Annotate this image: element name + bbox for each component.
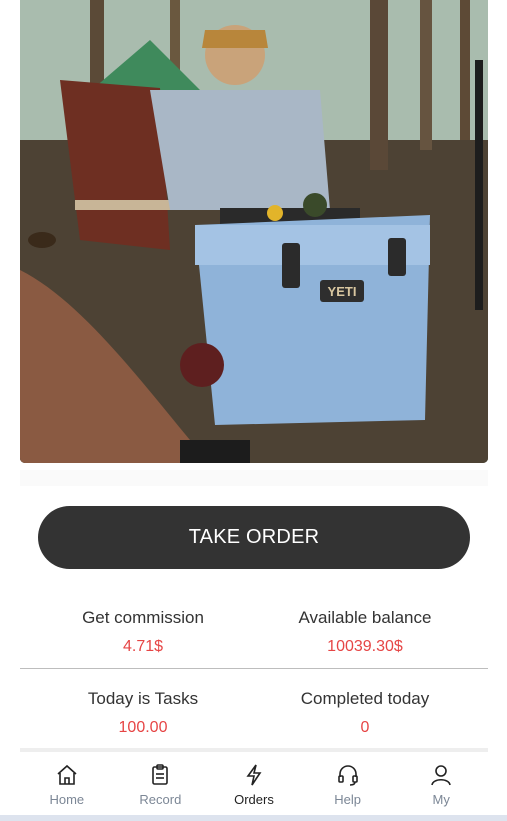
bottom-tab-bar: Home Record Orders Help My (20, 753, 488, 813)
tab-help[interactable]: Help (301, 753, 395, 813)
available-balance-value: 10039.30$ (327, 638, 403, 655)
available-balance-label: Available balance (298, 608, 432, 627)
tab-home[interactable]: Home (20, 753, 114, 813)
tab-record-label: Record (139, 792, 182, 807)
tab-help-label: Help (334, 792, 361, 807)
cooler-brand-text: YETI (328, 284, 357, 299)
user-icon (431, 765, 451, 786)
today-tasks-stat: Today is Tasks 100.00 (26, 689, 260, 737)
get-commission-stat: Get commission 4.71$ (26, 608, 260, 656)
home-icon (57, 764, 77, 785)
completed-today-value: 0 (360, 719, 370, 736)
today-tasks-label: Today is Tasks (87, 689, 199, 708)
tab-my[interactable]: My (394, 753, 488, 813)
headset-icon (337, 765, 358, 786)
get-commission-label: Get commission (82, 608, 204, 627)
get-commission-value: 4.71$ (122, 638, 164, 655)
hero-shadow-strip (20, 470, 488, 486)
tab-home-label: Home (49, 792, 85, 807)
completed-today-stat: Completed today 0 (248, 689, 482, 737)
tab-my-label: My (432, 792, 450, 807)
bottom-edge-bar (0, 815, 507, 821)
available-balance-stat: Available balance 10039.30$ (248, 608, 482, 656)
stats-divider (20, 668, 488, 669)
completed-today-label: Completed today (300, 689, 430, 708)
tabbar-separator (20, 748, 488, 752)
tab-orders[interactable]: Orders (207, 753, 301, 813)
camping-cooler-illustration: YETI (20, 0, 488, 463)
tab-record[interactable]: Record (114, 753, 208, 813)
hero-image: YETI (20, 0, 488, 463)
clipboard-icon (152, 764, 169, 785)
lightning-icon (246, 764, 262, 786)
tab-orders-label: Orders (234, 792, 274, 807)
take-order-button[interactable]: TAKE ORDER (38, 506, 470, 569)
today-tasks-value: 100.00 (118, 719, 168, 736)
